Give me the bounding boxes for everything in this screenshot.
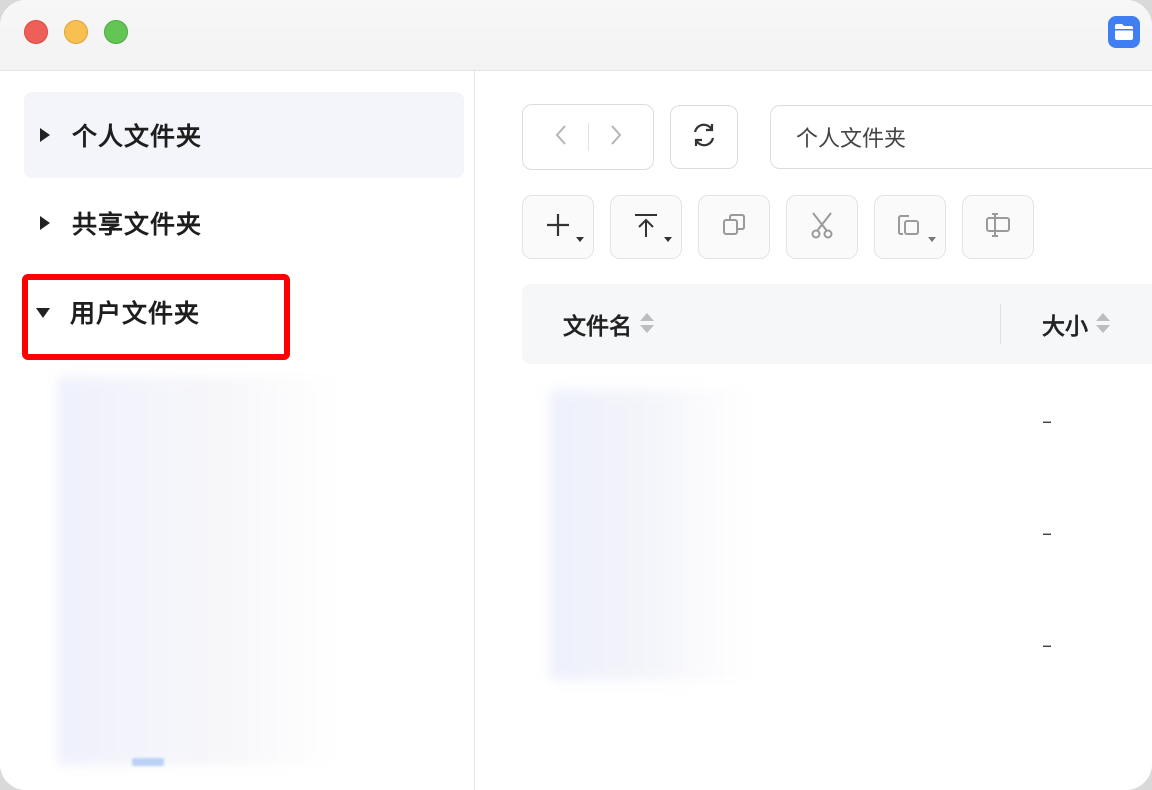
dropdown-caret-icon [928,237,936,242]
file-manager-app-icon [1108,16,1140,48]
scissors-icon [809,211,835,243]
dropdown-caret-icon [664,237,672,242]
file-size: – [1042,521,1052,545]
forward-icon[interactable] [609,124,623,150]
paste-icon [897,212,923,242]
upload-button[interactable] [610,195,682,259]
close-window-button[interactable] [24,20,48,44]
sidebar-item-label: 用户文件夹 [70,299,201,328]
file-size: – [1042,633,1052,657]
column-header-name[interactable]: 文件名 [563,284,654,364]
back-icon[interactable] [554,124,568,150]
zoom-window-button[interactable] [104,20,128,44]
cut-button[interactable] [786,195,858,259]
minimize-window-button[interactable] [64,20,88,44]
sidebar-item-user-folder[interactable]: 用户文件夹 [24,269,464,355]
rename-button[interactable] [962,195,1034,259]
sort-icon[interactable] [640,312,654,336]
plus-icon [545,212,571,242]
copy-button[interactable] [698,195,770,259]
refresh-button[interactable] [670,105,738,169]
paste-button[interactable] [874,195,946,259]
title-bar [0,0,1152,71]
new-button[interactable] [522,195,594,259]
sort-icon[interactable] [1096,312,1110,336]
file-size: – [1042,409,1052,433]
rename-icon [984,212,1012,242]
sidebar-item-label: 共享文件夹 [72,210,203,239]
copy-icon [721,212,747,242]
refresh-icon [690,121,718,153]
sidebar-item-shared-folder[interactable]: 共享文件夹 [24,180,464,266]
expand-arrow-icon[interactable] [38,127,54,143]
navigation-button-group [522,104,654,170]
upload-icon [633,212,659,242]
column-header-size[interactable]: 大小 [1042,284,1110,364]
file-table-header: 文件名 大小 [522,284,1152,364]
blurred-file-names [550,390,750,680]
dropdown-caret-icon [576,237,584,242]
collapse-arrow-icon[interactable] [36,304,52,320]
blurred-item [132,758,164,766]
app-window: 个人文件夹 共享文件夹 用户文件夹 个人文件夹 文件名 大小 – – – [0,0,1152,790]
expand-arrow-icon[interactable] [38,215,54,231]
sidebar-item-personal-folder[interactable]: 个人文件夹 [24,92,464,178]
blurred-subfolder-list [58,377,338,765]
sidebar-item-label: 个人文件夹 [72,122,203,151]
path-input[interactable]: 个人文件夹 [770,105,1152,169]
